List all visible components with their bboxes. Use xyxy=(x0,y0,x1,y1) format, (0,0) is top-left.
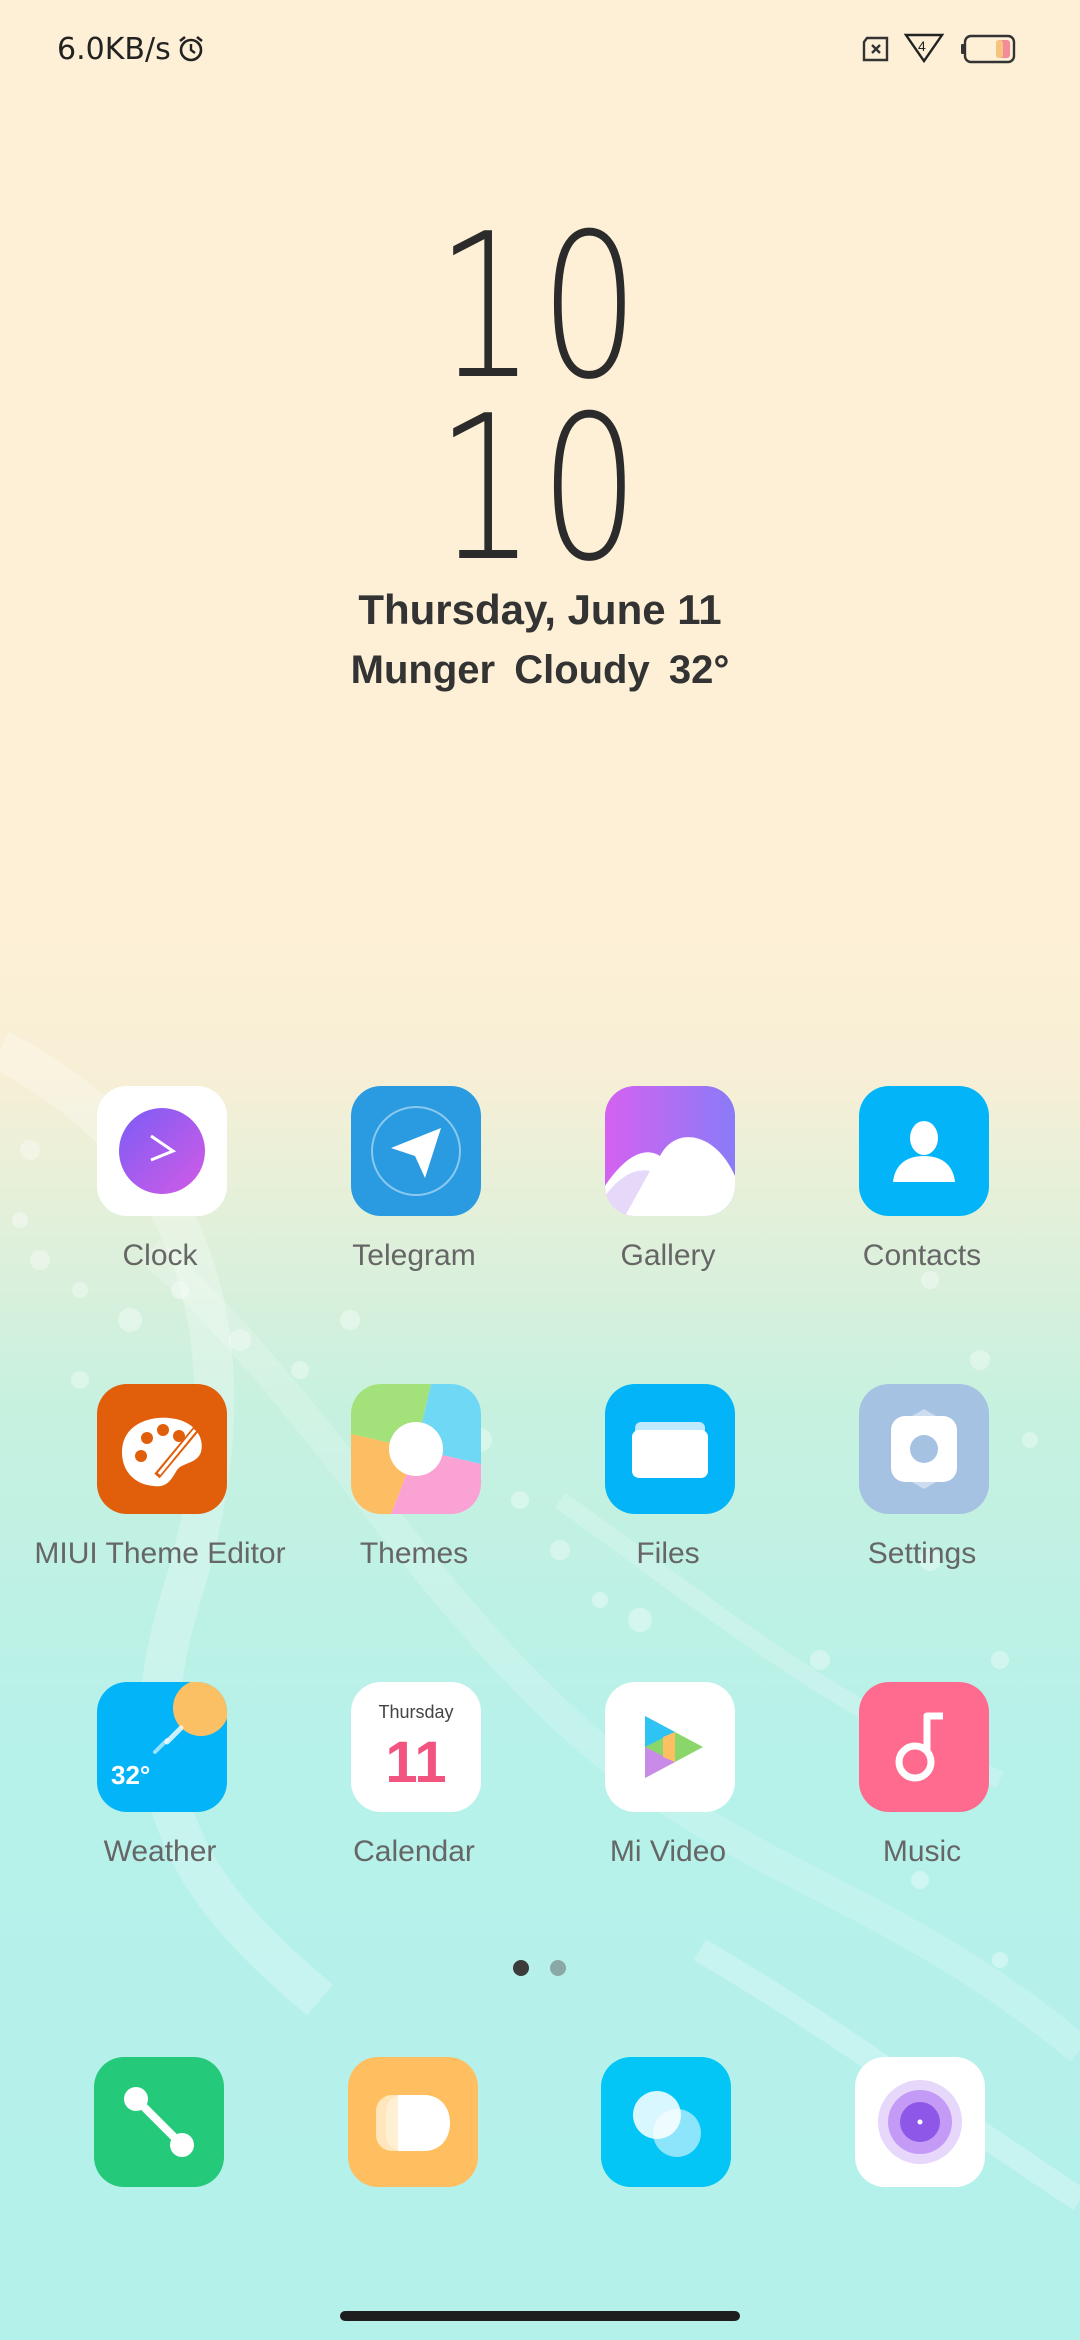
battery-icon xyxy=(961,34,1016,64)
app-label: Telegram xyxy=(352,1239,476,1272)
weather-summary[interactable]: Munger Cloudy 32° xyxy=(0,648,1080,693)
clock-minutes[interactable]: 10 xyxy=(119,390,961,590)
svg-text:11: 11 xyxy=(385,1730,446,1795)
app-weather[interactable]: 32° Weather xyxy=(33,1682,287,1912)
date-label[interactable]: Thursday, June 11 xyxy=(0,586,1080,634)
app-mi-video[interactable]: Mi Video xyxy=(541,1682,795,1912)
app-label: Calendar xyxy=(353,1835,475,1868)
app-label: Settings xyxy=(867,1537,977,1570)
page-dot[interactable] xyxy=(550,1960,566,1976)
app-label: Themes xyxy=(359,1537,469,1570)
svg-text:32°: 32° xyxy=(111,1760,150,1790)
app-clock[interactable]: Clock xyxy=(33,1086,287,1316)
app-telegram[interactable]: Telegram xyxy=(287,1086,541,1316)
svg-text:Thursday: Thursday xyxy=(378,1702,453,1722)
app-label: Files xyxy=(636,1537,700,1570)
app-label: Mi Video xyxy=(609,1835,727,1868)
app-label: Gallery xyxy=(620,1239,716,1272)
mi-video-icon xyxy=(605,1682,735,1812)
dock-camera[interactable] xyxy=(855,2057,985,2187)
browser-icon xyxy=(633,2091,701,2157)
music-icon xyxy=(859,1682,989,1812)
app-label: Clock xyxy=(122,1239,198,1272)
app-contacts[interactable]: Contacts xyxy=(795,1086,1049,1316)
phone-icon xyxy=(124,2087,194,2157)
dock-browser[interactable] xyxy=(601,2057,731,2187)
network-speed: 6.0KB/s xyxy=(57,32,171,67)
app-files[interactable]: Files xyxy=(541,1384,795,1614)
messages-icon xyxy=(376,2095,450,2151)
app-calendar[interactable]: Thursday 11 Calendar xyxy=(287,1682,541,1912)
theme-editor-icon xyxy=(97,1384,227,1514)
app-settings[interactable]: Settings xyxy=(795,1384,1049,1614)
calendar-icon: Thursday 11 xyxy=(351,1682,481,1812)
app-music[interactable]: Music xyxy=(795,1682,1049,1912)
weather-icon: 32° xyxy=(97,1682,227,1812)
app-miui-theme-editor[interactable]: MIUI Theme Editor xyxy=(33,1384,287,1614)
page-indicator[interactable] xyxy=(510,1960,570,1978)
app-gallery[interactable]: Gallery xyxy=(541,1086,795,1316)
dock-phone[interactable] xyxy=(94,2057,224,2187)
svg-text:4: 4 xyxy=(918,38,926,54)
app-themes[interactable]: Themes xyxy=(287,1384,541,1614)
settings-icon xyxy=(859,1384,989,1514)
app-label: Music xyxy=(882,1835,962,1868)
home-indicator[interactable] xyxy=(340,2311,740,2321)
files-icon xyxy=(605,1384,735,1514)
dock-messages[interactable] xyxy=(348,2057,478,2187)
clock-icon xyxy=(97,1086,227,1216)
signal-4g-icon: 4 xyxy=(904,33,944,64)
camera-icon xyxy=(878,2080,962,2164)
contacts-icon xyxy=(859,1086,989,1216)
alarm-icon xyxy=(179,35,203,62)
sim-icon xyxy=(862,36,889,62)
gallery-icon xyxy=(605,1086,735,1216)
app-label: Weather xyxy=(103,1835,217,1868)
page-dot-active[interactable] xyxy=(513,1960,529,1976)
app-label: MIUI Theme Editor xyxy=(34,1537,286,1570)
telegram-icon xyxy=(351,1086,481,1216)
app-label: Contacts xyxy=(862,1239,982,1272)
status-bar: 6.0KB/s 4 xyxy=(0,0,1080,100)
themes-icon xyxy=(351,1384,481,1514)
